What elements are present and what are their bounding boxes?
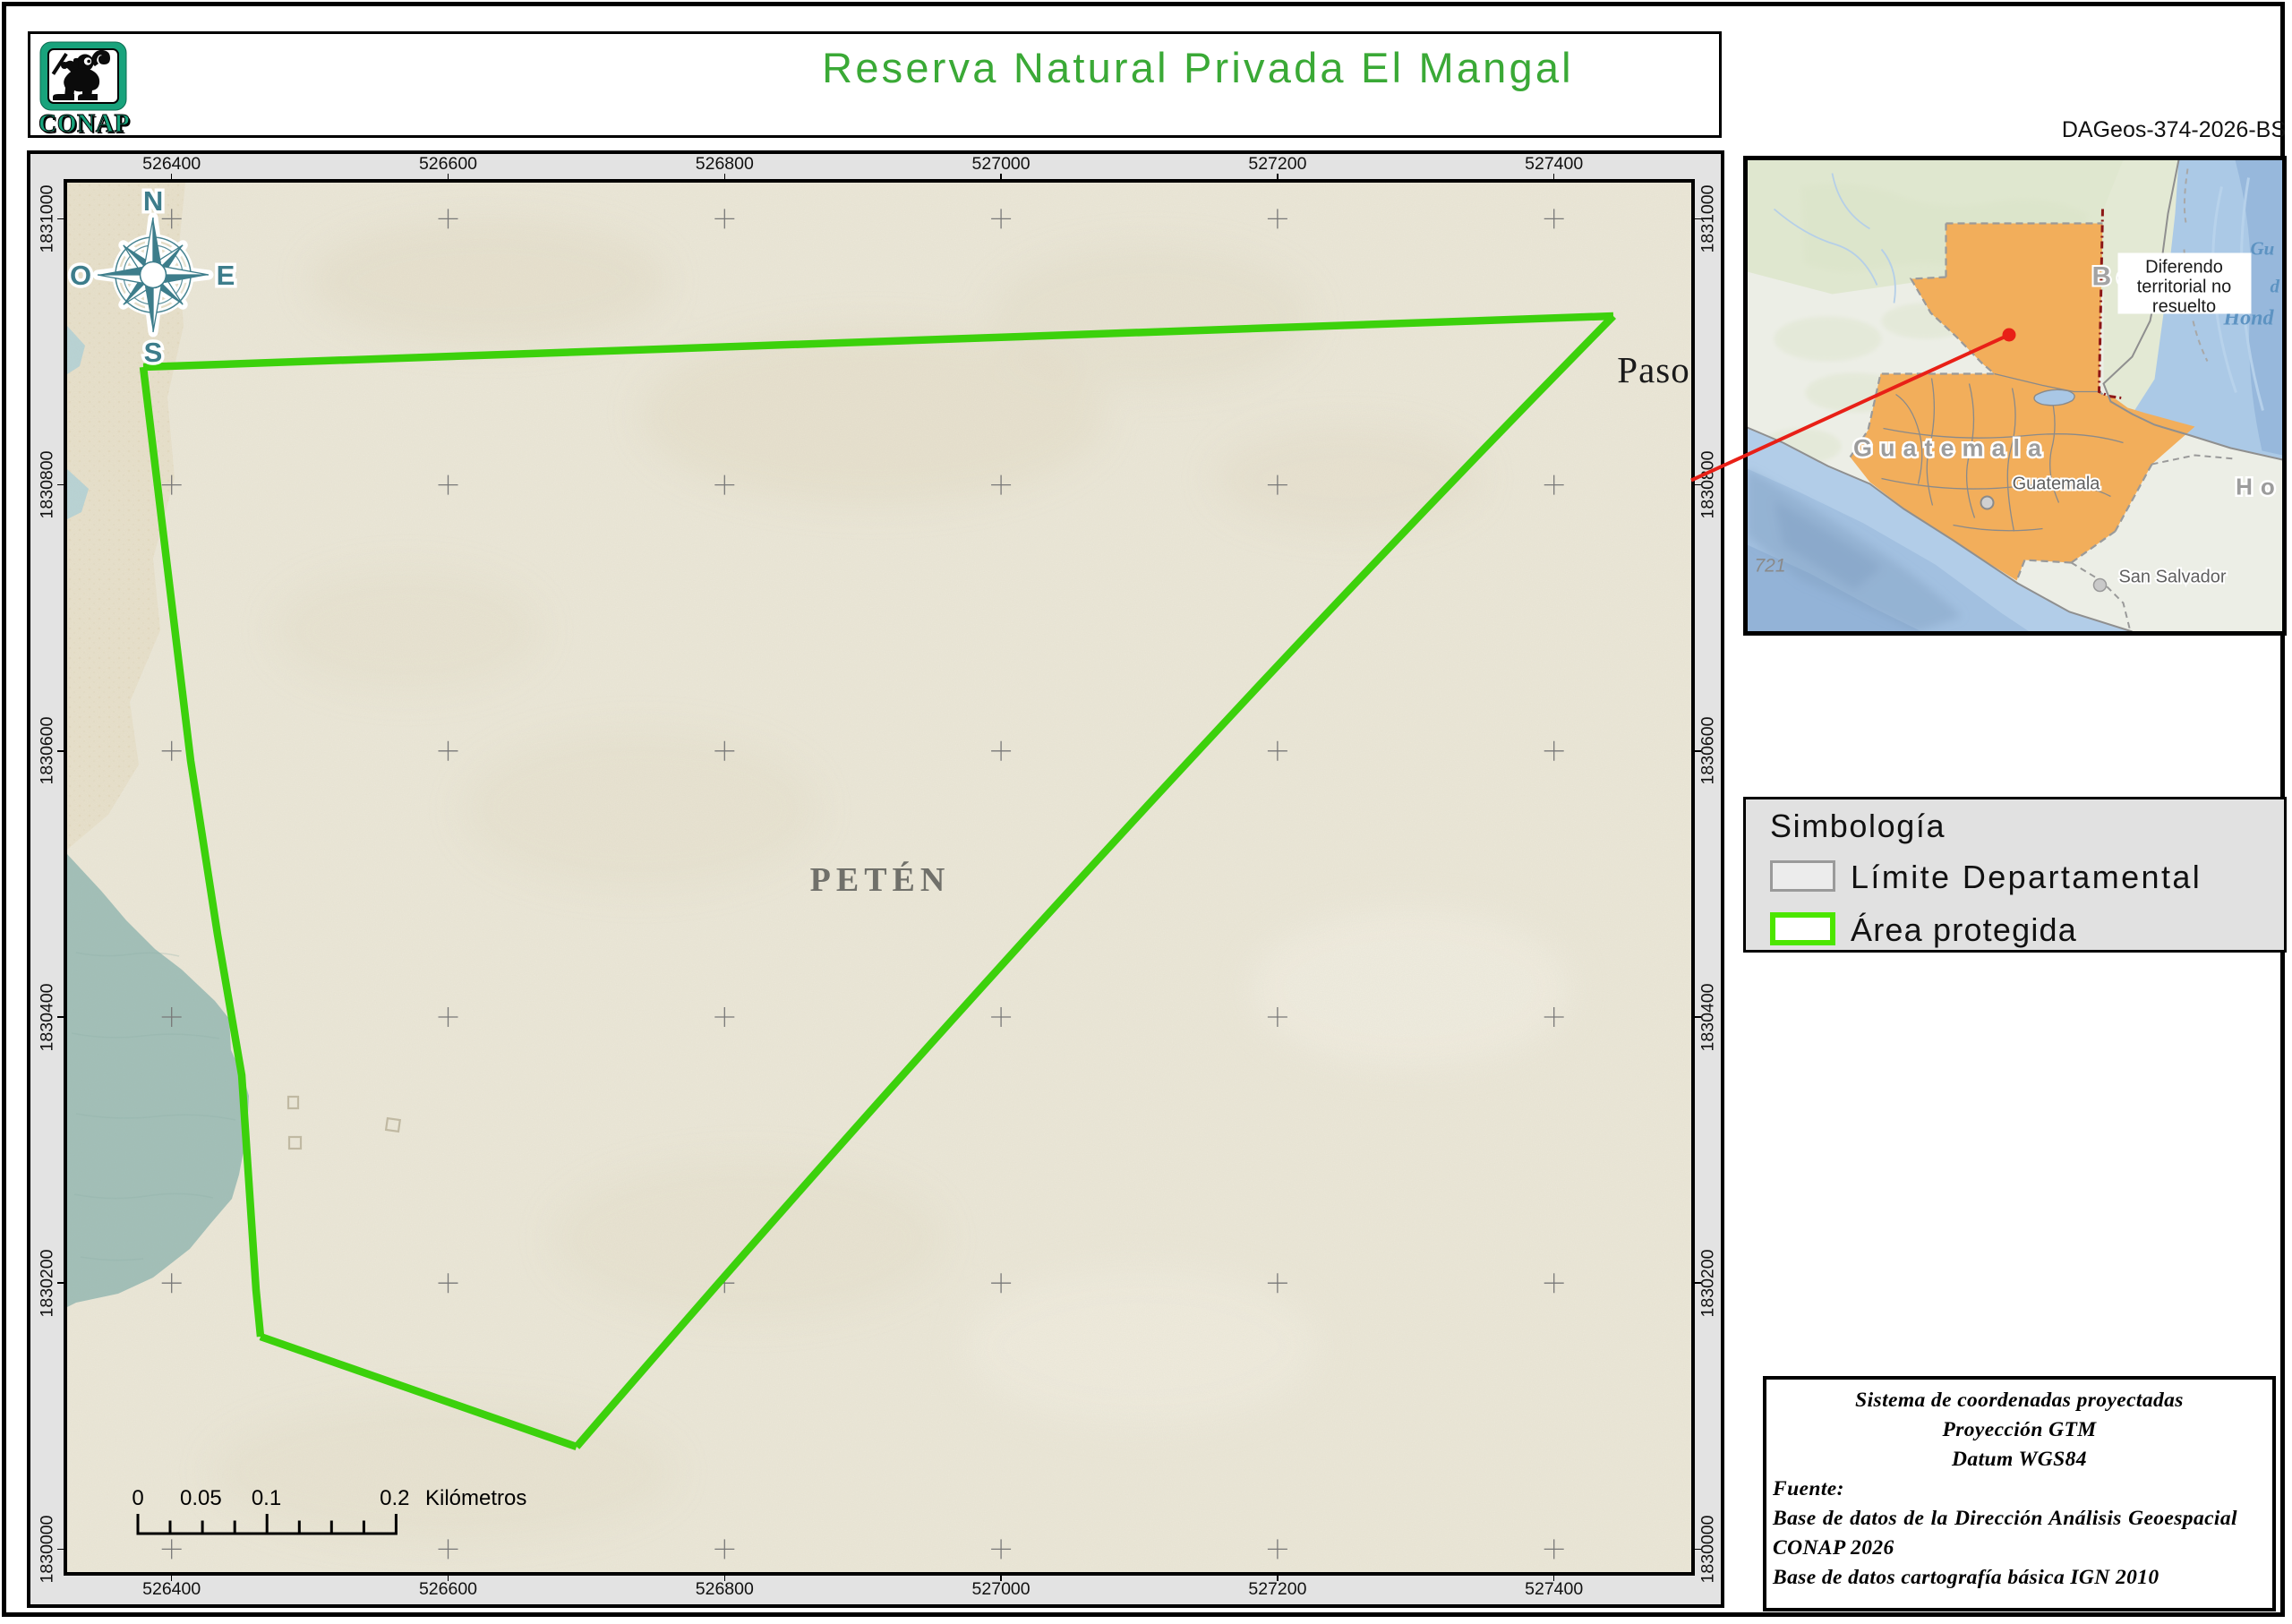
svg-text:Diferendo: Diferendo [2145, 258, 2223, 278]
svg-text:territorial no: territorial no [2137, 278, 2232, 297]
svg-text:0: 0 [132, 1486, 143, 1510]
svg-text:d: d [2271, 276, 2280, 297]
svg-text:Paso: Paso [1617, 349, 1689, 390]
svg-text:Guatemala: Guatemala [1853, 435, 2049, 462]
svg-text:Guatemala: Guatemala [2013, 474, 2101, 494]
svg-text:Gu: Gu [2251, 238, 2275, 260]
svg-text:Kilómetros: Kilómetros [425, 1486, 526, 1510]
svg-text:resuelto: resuelto [2152, 297, 2216, 317]
svg-text:PETÉN: PETÉN [810, 861, 951, 899]
svg-text:0.1: 0.1 [252, 1486, 281, 1510]
svg-text:0.2: 0.2 [380, 1486, 409, 1510]
svg-text:0.05: 0.05 [180, 1486, 222, 1510]
svg-text:721: 721 [1755, 556, 1786, 577]
svg-text:N: N [143, 185, 163, 217]
svg-text:Ho: Ho [2236, 474, 2283, 500]
svg-text:O: O [70, 260, 91, 291]
svg-text:E: E [217, 260, 235, 291]
svg-text:S: S [144, 337, 163, 368]
svg-text:San Salvador: San Salvador [2118, 568, 2226, 587]
